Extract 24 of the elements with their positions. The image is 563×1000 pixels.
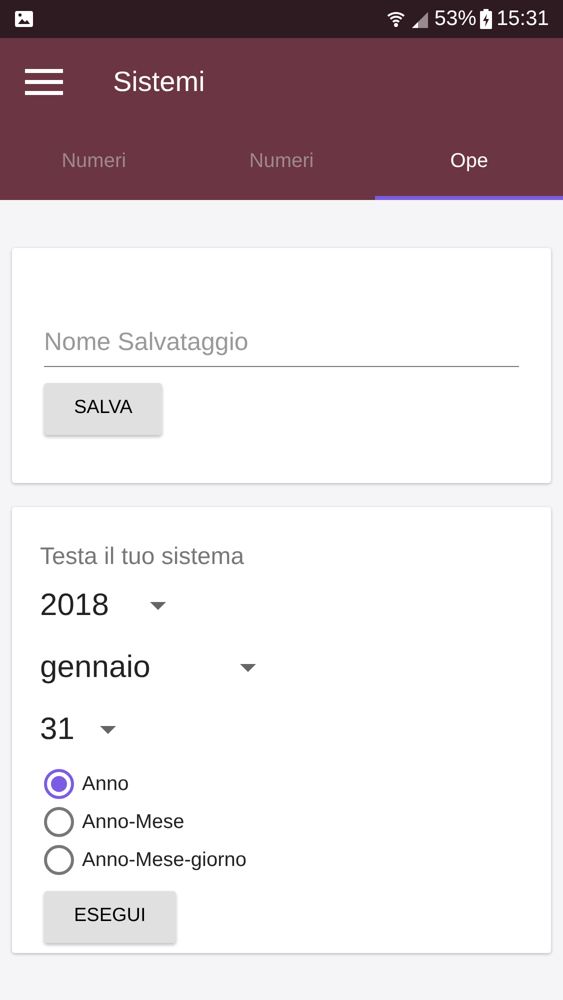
dropdown-caret-icon[interactable] (240, 664, 256, 672)
radio-label[interactable]: Anno-Mese (82, 806, 184, 836)
dropdown-value[interactable]: gennaio (40, 644, 240, 691)
dropdown-value[interactable]: 2018 (40, 582, 150, 629)
battery-icon (480, 9, 492, 29)
dropdown-value[interactable]: 31 (40, 706, 100, 753)
section-title: Testa il tuo sistema (40, 542, 246, 572)
name-input-field[interactable]: Nome Salvataggio (44, 320, 519, 366)
radio-button[interactable] (44, 844, 74, 874)
dropdown-caret-icon[interactable] (150, 602, 166, 610)
save-button[interactable]: SALVA (44, 382, 162, 434)
run-button[interactable]: ESEGUI (44, 890, 176, 942)
tab[interactable]: Ope (375, 126, 563, 200)
clock-time: 15:31 (496, 6, 549, 32)
radio-button[interactable] (44, 768, 74, 798)
dropdown-caret-icon[interactable] (100, 726, 116, 734)
app-title: Sistemi (113, 65, 205, 99)
radio-button[interactable] (44, 806, 74, 836)
radio-label[interactable]: Anno (82, 768, 129, 798)
wifi-icon (386, 9, 406, 29)
menu-icon[interactable] (25, 69, 63, 95)
gallery-icon (14, 10, 34, 28)
radio-label[interactable]: Anno-Mese-giorno (82, 844, 247, 874)
battery-percent: 53% (434, 6, 476, 32)
